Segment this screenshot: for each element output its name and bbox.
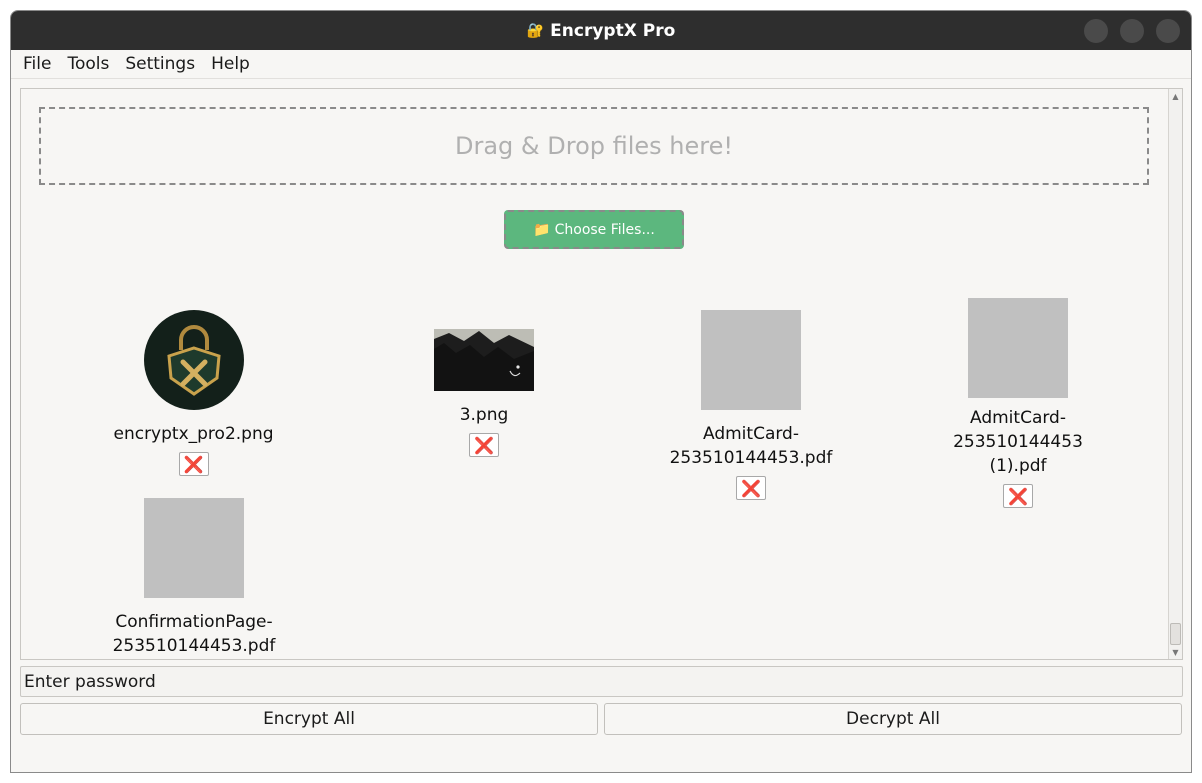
- file-item: 3.png ❌: [434, 329, 534, 457]
- scrollbar-thumb[interactable]: [1170, 623, 1181, 645]
- x-mark-icon: ❌: [741, 478, 761, 498]
- choose-files-button[interactable]: 📁 Choose Files...: [504, 210, 684, 249]
- file-thumbnail-photo: [434, 329, 534, 391]
- maximize-button[interactable]: [1120, 19, 1144, 43]
- shield-lock-icon: [166, 325, 221, 396]
- vertical-scrollbar[interactable]: ▲ ▼: [1168, 89, 1182, 659]
- menu-help[interactable]: Help: [210, 54, 251, 74]
- file-item: AdmitCard-253510144453 (1).pdf ❌: [908, 298, 1128, 508]
- password-input[interactable]: Enter password: [20, 666, 1183, 697]
- file-thumbnail-placeholder: [968, 298, 1068, 398]
- choose-files-label: Choose Files...: [554, 221, 655, 238]
- window-title-text: EncryptX Pro: [550, 20, 676, 41]
- file-thumbnail-placeholder: [144, 498, 244, 598]
- lock-key-icon: 🔐: [526, 22, 545, 39]
- password-placeholder: Enter password: [24, 671, 156, 692]
- remove-file-button[interactable]: ❌: [178, 452, 209, 476]
- scroll-up-icon[interactable]: ▲: [1169, 90, 1182, 102]
- menu-settings[interactable]: Settings: [124, 54, 196, 74]
- file-name-line: AdmitCard-253510144453: [953, 408, 1083, 452]
- x-mark-icon: ❌: [1008, 486, 1028, 506]
- drop-zone[interactable]: Drag & Drop files here!: [39, 107, 1149, 185]
- decrypt-all-button[interactable]: Decrypt All: [604, 703, 1182, 735]
- file-name-line: (1).pdf: [989, 456, 1047, 476]
- file-item: ConfirmationPage-253510144453.pdf ❌: [44, 498, 344, 659]
- title-bar[interactable]: 🔐 EncryptX Pro: [11, 11, 1191, 50]
- x-mark-icon: ❌: [183, 454, 204, 474]
- menu-tools[interactable]: Tools: [66, 54, 110, 74]
- minimize-button[interactable]: [1084, 19, 1108, 43]
- menu-file[interactable]: File: [22, 54, 52, 74]
- file-name: 3.png: [459, 405, 509, 425]
- file-name: AdmitCard-253510144453 (1).pdf: [908, 406, 1128, 478]
- x-mark-icon: ❌: [474, 435, 494, 455]
- scroll-down-icon[interactable]: ▼: [1169, 646, 1182, 658]
- file-scroll-area[interactable]: Drag & Drop files here! 📁 Choose Files..…: [20, 88, 1183, 660]
- app-window: 🔐 EncryptX Pro File Tools Settings Help …: [10, 10, 1192, 773]
- drop-zone-text: Drag & Drop files here!: [454, 132, 733, 160]
- file-name: ConfirmationPage-253510144453.pdf: [112, 612, 276, 656]
- file-thumbnail-logo: [143, 310, 244, 410]
- file-thumbnail-placeholder: [701, 310, 801, 410]
- photo-preview: [434, 329, 534, 391]
- file-item: encryptx_pro2.png ❌: [107, 310, 280, 476]
- close-button[interactable]: [1156, 19, 1180, 43]
- file-item: AdmitCard-253510144453.pdf ❌: [631, 310, 871, 500]
- file-name: encryptx_pro2.png: [113, 424, 274, 444]
- remove-file-button[interactable]: ❌: [469, 433, 499, 457]
- window-title: 🔐 EncryptX Pro: [527, 21, 676, 41]
- encrypt-all-button[interactable]: Encrypt All: [20, 703, 598, 735]
- remove-file-button[interactable]: ❌: [1003, 484, 1033, 508]
- menu-bar: File Tools Settings Help: [11, 50, 1191, 79]
- folder-icon: 📁: [533, 221, 551, 238]
- remove-file-button[interactable]: ❌: [736, 476, 766, 500]
- file-name: AdmitCard-253510144453.pdf: [669, 424, 833, 468]
